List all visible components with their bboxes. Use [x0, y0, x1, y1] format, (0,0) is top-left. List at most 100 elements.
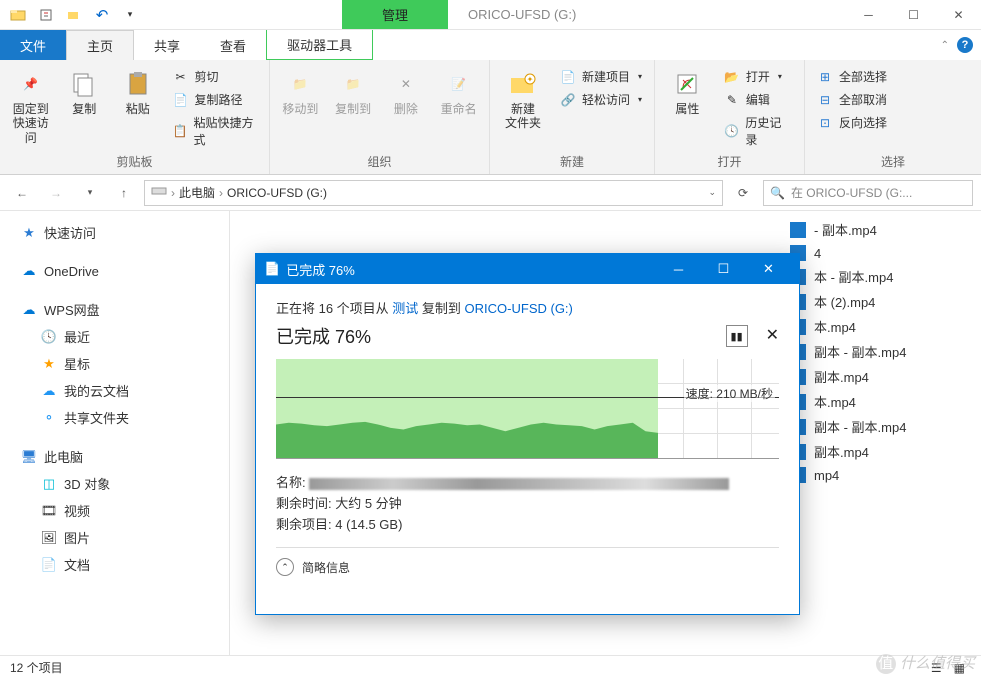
tree-videos[interactable]: 🎞视频	[0, 497, 229, 524]
tree-pictures[interactable]: 🖼图片	[0, 524, 229, 551]
nav-forward-button[interactable]: →	[42, 179, 70, 207]
easy-access-button[interactable]: 🔗轻松访问▾	[554, 89, 648, 110]
maximize-button[interactable]: ☐	[891, 0, 936, 30]
file-name: 本 - 副本.mp4	[814, 267, 893, 286]
cancel-button[interactable]: ✕	[766, 325, 779, 347]
qat-dropdown-icon[interactable]: ▾	[118, 3, 142, 27]
new-item-button[interactable]: 📄新建项目▾	[554, 66, 648, 87]
history-button[interactable]: 🕓历史记录	[718, 112, 798, 150]
delete-button[interactable]: ✕删除	[382, 64, 431, 120]
breadcrumb-drive[interactable]: ORICO-UFSD (G:)	[227, 186, 327, 200]
properties-button[interactable]: 属性	[661, 64, 714, 120]
tab-view[interactable]: 查看	[200, 30, 266, 60]
file-name: 副本.mp4	[814, 367, 869, 386]
drive-icon	[151, 185, 167, 200]
dialog-close-button[interactable]: ✕	[746, 254, 791, 284]
refresh-button[interactable]: ⟳	[729, 179, 757, 207]
tree-onedrive[interactable]: ☁OneDrive	[0, 258, 229, 284]
nav-up-button[interactable]: ↑	[110, 179, 138, 207]
new-item-icon: 📄	[560, 69, 576, 85]
star-icon: ★	[20, 224, 38, 242]
speed-chart: 速度: 210 MB/秒	[276, 359, 779, 459]
tree-this-pc[interactable]: 🖥此电脑	[0, 443, 229, 470]
tab-file[interactable]: 文件	[0, 30, 66, 60]
paste-shortcut-button[interactable]: 📋粘贴快捷方式	[167, 112, 263, 150]
nav-recent-dropdown[interactable]: ▾	[76, 179, 104, 207]
pc-icon: 🖥	[20, 448, 38, 466]
tree-3d[interactable]: ◫3D 对象	[0, 470, 229, 497]
new-folder-qat-icon[interactable]	[62, 3, 86, 27]
new-folder-button[interactable]: ✦新建文件夹	[496, 64, 550, 135]
close-button[interactable]: ✕	[936, 0, 981, 30]
group-select-label: 选择	[811, 151, 975, 172]
tree-shared[interactable]: ⚬共享文件夹	[0, 404, 229, 431]
pin-icon: 📌	[15, 68, 47, 100]
tab-share[interactable]: 共享	[134, 30, 200, 60]
easy-access-icon: 🔗	[560, 92, 576, 108]
address-bar-row: ← → ▾ ↑ › 此电脑 › ORICO-UFSD (G:) ⌄ ⟳ 🔍 在 …	[0, 175, 981, 211]
copy-to-button[interactable]: 📁复制到	[329, 64, 378, 120]
cloud-icon: ☁	[40, 382, 58, 400]
copy-to-icon: 📁	[337, 68, 369, 100]
dialog-maximize-button[interactable]: ☐	[701, 254, 746, 284]
tree-wps[interactable]: ☁WPS网盘	[0, 296, 229, 323]
search-input[interactable]: 🔍 在 ORICO-UFSD (G:...	[763, 180, 973, 206]
dialog-title: 已完成 76%	[286, 260, 355, 279]
collapse-ribbon-icon[interactable]: ⌃	[941, 40, 949, 51]
paste-icon	[122, 68, 154, 100]
properties-qat-icon[interactable]	[34, 3, 58, 27]
move-to-button[interactable]: 📁移动到	[276, 64, 325, 120]
navigation-tree[interactable]: ★快速访问 ☁OneDrive ☁WPS网盘 🕓最近 ★星标 ☁我的云文档 ⚬共…	[0, 211, 230, 655]
dialog-icon: 📄	[264, 261, 280, 277]
rename-icon: 📝	[443, 68, 475, 100]
rename-button[interactable]: 📝重命名	[434, 64, 483, 120]
move-to-icon: 📁	[284, 68, 316, 100]
video-icon: 🎞	[40, 502, 58, 520]
minimize-button[interactable]: ─	[846, 0, 891, 30]
source-link[interactable]: 测试	[392, 301, 418, 316]
chevron-right-icon[interactable]: ›	[171, 186, 175, 200]
open-button[interactable]: 📂打开▾	[718, 66, 798, 87]
tree-recent[interactable]: 🕓最近	[0, 323, 229, 350]
copy-path-button[interactable]: 📄复制路径	[167, 89, 263, 110]
copy-button[interactable]: 复制	[60, 64, 110, 120]
dialog-minimize-button[interactable]: ─	[656, 254, 701, 284]
address-bar[interactable]: › 此电脑 › ORICO-UFSD (G:) ⌄	[144, 180, 723, 206]
svg-text:✦: ✦	[527, 75, 534, 84]
file-item[interactable]: - 副本.mp4	[230, 217, 981, 242]
file-name: 副本 - 副本.mp4	[814, 417, 906, 436]
details-toggle[interactable]: ⌃ 简略信息	[276, 547, 779, 576]
file-name: 副本 - 副本.mp4	[814, 342, 906, 361]
group-organize-label: 组织	[276, 151, 483, 172]
undo-qat-icon[interactable]: ↶	[90, 3, 114, 27]
tab-home[interactable]: 主页	[66, 30, 134, 60]
cut-button[interactable]: ✂剪切	[167, 66, 263, 87]
copy-description: 正在将 16 个项目从 测试 复制到 ORICO-UFSD (G:)	[276, 298, 779, 317]
chevron-right-icon[interactable]: ›	[219, 186, 223, 200]
address-dropdown-icon[interactable]: ⌄	[708, 187, 716, 198]
select-none-button[interactable]: ⊟全部取消	[811, 89, 893, 110]
edit-button[interactable]: ✎编辑	[718, 89, 798, 110]
ribbon: 📌固定到快速访问 复制 粘贴 ✂剪切 📄复制路径 📋粘贴快捷方式 剪贴板 📁移动…	[0, 60, 981, 175]
search-placeholder: 在 ORICO-UFSD (G:...	[791, 184, 912, 201]
tree-my-docs[interactable]: ☁我的云文档	[0, 377, 229, 404]
tree-quick-access[interactable]: ★快速访问	[0, 219, 229, 246]
paste-button[interactable]: 粘贴	[113, 64, 163, 120]
tree-starred[interactable]: ★星标	[0, 350, 229, 377]
pin-to-quick-access-button[interactable]: 📌固定到快速访问	[6, 64, 56, 149]
dialog-titlebar[interactable]: 📄 已完成 76% ─ ☐ ✕	[256, 254, 799, 284]
select-all-button[interactable]: ⊞全部选择	[811, 66, 893, 87]
nav-back-button[interactable]: ←	[8, 179, 36, 207]
help-icon[interactable]: ?	[957, 37, 973, 53]
pause-button[interactable]: ▮▮	[726, 325, 748, 347]
dest-link[interactable]: ORICO-UFSD (G:)	[465, 301, 573, 316]
contextual-tab-manage[interactable]: 管理	[342, 0, 448, 29]
open-icon: 📂	[724, 69, 740, 85]
cube-icon: ◫	[40, 475, 58, 493]
breadcrumb-this-pc[interactable]: 此电脑	[179, 184, 215, 201]
invert-selection-button[interactable]: ⊡反向选择	[811, 112, 893, 133]
ribbon-tabs: 文件 主页 共享 查看 驱动器工具 ⌃ ?	[0, 30, 981, 60]
tab-drive-tools[interactable]: 驱动器工具	[266, 30, 373, 60]
copy-path-icon: 📄	[173, 92, 189, 108]
tree-documents[interactable]: 📄文档	[0, 551, 229, 578]
